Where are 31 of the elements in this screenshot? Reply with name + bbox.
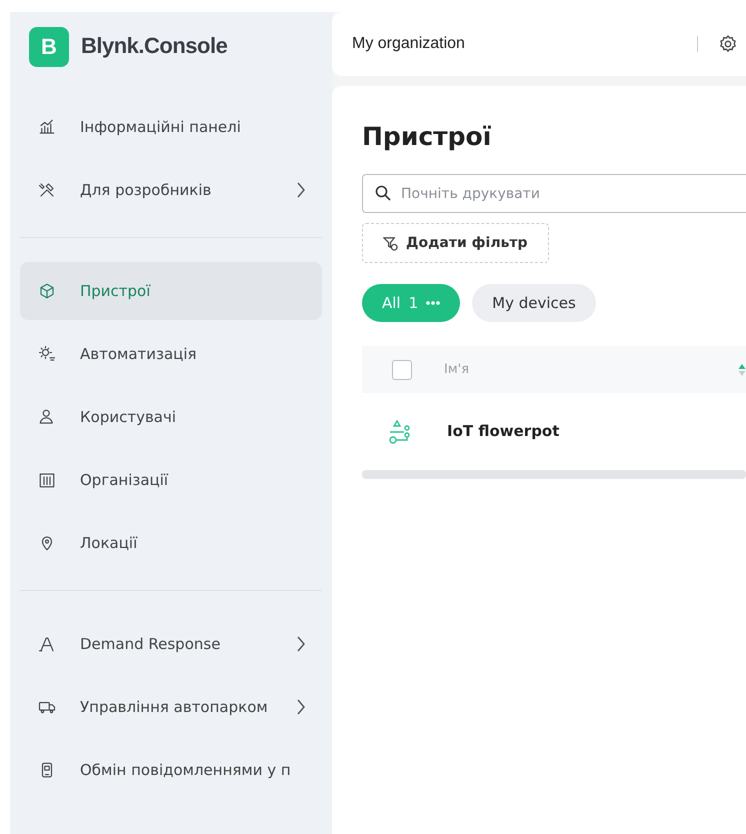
horizontal-scrollbar[interactable] bbox=[362, 470, 746, 479]
sidebar-item[interactable]: Автоматизація bbox=[20, 325, 322, 383]
filter-icon bbox=[383, 236, 398, 250]
sort-icon[interactable] bbox=[738, 362, 746, 376]
settings-icon[interactable] bbox=[718, 34, 738, 54]
sidebar-item[interactable]: Організації bbox=[20, 451, 322, 509]
logo-icon: B bbox=[29, 27, 69, 67]
more-icon[interactable] bbox=[426, 301, 440, 305]
add-filter-button[interactable]: Додати фільтр bbox=[362, 223, 549, 263]
device-name[interactable]: IoT flowerpot bbox=[447, 420, 560, 443]
tools-icon bbox=[38, 181, 56, 199]
cube-icon bbox=[38, 282, 56, 300]
sidebar-item[interactable]: Управління автопарком bbox=[20, 678, 322, 736]
checkbox[interactable] bbox=[392, 360, 412, 380]
chart-icon bbox=[38, 118, 56, 136]
search-field[interactable]: Почніть друкувати bbox=[362, 174, 746, 213]
sidebar-item[interactable]: Demand Response bbox=[20, 615, 322, 673]
sidebar-item[interactable]: Для розробників bbox=[20, 161, 322, 219]
filter-tab[interactable]: My devices bbox=[472, 284, 596, 322]
sidebar-item[interactable]: Пристрої bbox=[20, 262, 322, 320]
brand-name: Blynk.Console bbox=[81, 33, 228, 59]
organization-name[interactable]: My organization bbox=[352, 35, 465, 53]
sidebar-item[interactable]: Інформаційні панелі bbox=[20, 98, 322, 156]
sun-icon bbox=[38, 345, 56, 363]
building-icon bbox=[38, 471, 56, 489]
page-title: Пристрої bbox=[362, 122, 492, 152]
antenna-icon bbox=[38, 635, 56, 653]
sidebar-item[interactable]: Локації bbox=[20, 514, 322, 572]
sidebar-item[interactable]: Обмін повідомленнями у п bbox=[20, 741, 322, 799]
users-icon bbox=[38, 408, 56, 426]
sidebar-item[interactable]: Користувачі bbox=[20, 388, 322, 446]
